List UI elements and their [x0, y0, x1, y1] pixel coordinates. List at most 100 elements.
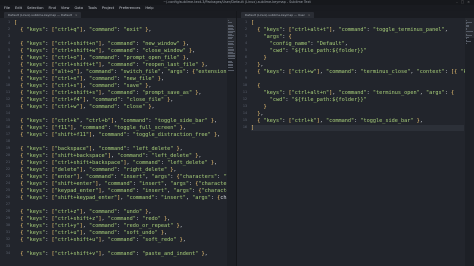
- minimap-line: [228, 69, 234, 71]
- code-line[interactable]: { "keys": ["ctrl+shift+n"], "command": "…: [14, 41, 226, 47]
- line-number: 15: [242, 118, 247, 122]
- code-line[interactable]: { "keys": ["ctrl+u"], "command": "soft_u…: [14, 230, 226, 236]
- line-number-gutter: 1 2 3 4 5 6 7 8 9 10 11 12 13 14 15 16 17 18 19 20 21 22 23 24 2…: [0, 18, 11, 266]
- code-line[interactable]: { "keys": ["ctrl+o"], "command": "prompt…: [14, 55, 226, 61]
- code-line[interactable]: "args": {: [251, 34, 464, 40]
- code-line[interactable]: { "keys": ["ctrl+shift+s"], "command": "…: [14, 90, 226, 96]
- code-line[interactable]: { "keys": ["ctrl+k"], "command": "toggle…: [251, 118, 464, 124]
- line-number: 32: [5, 237, 10, 241]
- code-line[interactable]: }: [251, 55, 464, 61]
- line-number: 12: [5, 97, 10, 101]
- code-line[interactable]: "config_name": "Default",: [251, 41, 464, 47]
- code-line[interactable]: { "keys": ["ctrl+shift+t"], "command": "…: [14, 62, 226, 68]
- code-line[interactable]: { "keys": ["ctrl+k", "ctrl+b"], "command…: [14, 118, 226, 124]
- line-number: 13: [5, 104, 10, 108]
- code-line[interactable]: { "keys": ["shift+enter"], "command": "i…: [14, 181, 236, 187]
- line-number: 8: [7, 69, 10, 73]
- code-line[interactable]: },: [251, 111, 464, 117]
- line-number: 18: [5, 139, 10, 143]
- code-line[interactable]: "keys": ["ctrl+alt+n"], "command": "term…: [251, 90, 464, 96]
- code-line[interactable]: "cwd": "${file_path:${folder}}": [251, 48, 464, 54]
- line-number: 31: [5, 230, 10, 234]
- line-number: 11: [242, 90, 247, 94]
- code-line[interactable]: { "keys": ["shift+keypad_enter"], "comma…: [14, 195, 236, 201]
- code-line[interactable]: { "keys": ["enter"], "command": "insert"…: [14, 174, 236, 180]
- line-number: 25: [5, 188, 10, 192]
- code-line[interactable]: "cwd": "${file_path:${folder}}": [251, 97, 464, 103]
- code-line[interactable]: { "keys": ["ctrl+shift+z"], "command": "…: [14, 216, 226, 222]
- minimap-line: [466, 26, 470, 27]
- line-number: 12: [242, 97, 247, 101]
- code-line[interactable]: {: [251, 83, 464, 89]
- line-number: 22: [5, 167, 10, 171]
- right-editor-pane[interactable]: Default (Linux).sublime-keymap — User × 1…: [237, 11, 474, 266]
- code-line[interactable]: { "keys": ["ctrl+w"], "command": "termin…: [251, 69, 474, 75]
- code-line[interactable]: { "keys": ["ctrl+alt+t"], "command": "to…: [251, 27, 464, 33]
- line-number: 6: [7, 55, 10, 59]
- line-number: 10: [5, 83, 10, 87]
- line-number: 21: [5, 160, 10, 164]
- code-area[interactable]: [ { "keys": ["ctrl+alt+t"], "command": "…: [251, 18, 474, 266]
- line-number: 16: [242, 125, 247, 129]
- line-number: 19: [5, 146, 10, 150]
- line-number: 11: [5, 90, 10, 94]
- code-line[interactable]: { "keys": ["alt+o"], "command": "switch_…: [14, 69, 236, 75]
- code-line[interactable]: { "keys": ["ctrl+shift+w"], "command": "…: [14, 48, 226, 54]
- minimap[interactable]: [465, 18, 474, 266]
- code-line[interactable]: { "keys": ["ctrl+shift+u"], "command": "…: [14, 237, 226, 243]
- code-line[interactable]: { "keys": ["ctrl+n"], "command": "new_fi…: [14, 76, 226, 82]
- code-line[interactable]: [: [14, 20, 226, 26]
- code-line[interactable]: { "keys": ["ctrl+w"], "command": "close"…: [14, 104, 226, 110]
- code-line[interactable]: { "keys": ["ctrl+s"], "command": "save" …: [14, 83, 226, 89]
- line-number: 9: [7, 76, 10, 80]
- line-number: 16: [5, 125, 10, 129]
- window-title: ~/.config/sublime-text-3/Packages/User/D…: [163, 0, 311, 4]
- code-line[interactable]: { "keys": ["shift+backspace"], "command"…: [14, 153, 226, 159]
- minimap[interactable]: [227, 18, 236, 266]
- line-number: 13: [242, 104, 247, 108]
- line-number: 1: [244, 20, 247, 24]
- line-number: 33: [5, 244, 10, 248]
- line-number-gutter: 1 2 3 4 5 6 7 8 9 10 11 12 13 14 15 16: [237, 18, 248, 266]
- line-number: 10: [242, 83, 247, 87]
- line-number: 14: [5, 111, 10, 115]
- left-editor-pane[interactable]: Default (Linux).sublime-keymap — Default…: [0, 11, 237, 266]
- code-line[interactable]: { "keys": ["ctrl+z"], "command": "undo" …: [14, 209, 226, 215]
- code-line[interactable]: { "keys": ["ctrl+shift+backspace"], "com…: [14, 160, 226, 166]
- code-line[interactable]: }: [251, 104, 464, 110]
- minimap-line: [466, 36, 470, 38]
- code-line[interactable]: { "keys": ["ctrl+f4"], "command": "close…: [14, 97, 226, 103]
- line-number: 8: [244, 69, 247, 73]
- line-number: 9: [244, 76, 247, 80]
- tab-label: Default (Linux).sublime-keymap — User: [245, 13, 305, 17]
- code-line[interactable]: [: [251, 20, 464, 26]
- line-number: 3: [244, 34, 247, 38]
- minimap-line: [228, 21, 233, 23]
- code-line[interactable]: { "keys": ["ctrl+shift+v"], "command": "…: [14, 251, 226, 257]
- line-number: 24: [5, 181, 10, 185]
- line-number: 2: [7, 27, 10, 31]
- line-number: 2: [244, 27, 247, 31]
- code-line[interactable]: ]: [251, 125, 464, 131]
- line-number: 4: [244, 41, 247, 45]
- line-number: 29: [5, 216, 10, 220]
- minimap-line: [228, 44, 235, 45]
- line-number: 14: [242, 111, 247, 115]
- close-icon[interactable]: ×: [75, 13, 78, 17]
- code-line[interactable]: { "keys": ["f11"], "command": "toggle_fu…: [14, 125, 226, 131]
- code-line[interactable]: },: [251, 62, 464, 68]
- close-icon[interactable]: ×: [308, 13, 311, 17]
- code-line[interactable]: { "keys": ["delete"], "command": "right_…: [14, 167, 226, 173]
- code-line[interactable]: { "keys": ["keypad_enter"], "command": "…: [14, 188, 236, 194]
- tab-label: Default (Linux).sublime-keymap — Default: [8, 13, 72, 17]
- code-line[interactable]: { "keys": ["ctrl+q"], "command": "exit" …: [14, 27, 226, 33]
- line-number: 28: [5, 209, 10, 213]
- line-number: 7: [244, 62, 247, 66]
- line-number: 7: [7, 62, 10, 66]
- code-area[interactable]: [ { "keys": ["ctrl+q"], "command": "exit…: [14, 18, 236, 266]
- code-line[interactable]: { "keys": ["ctrl+y"], "command": "redo_o…: [14, 223, 226, 229]
- line-number: 4: [7, 41, 10, 45]
- code-line[interactable]: { "keys": ["backspace"], "command": "lef…: [14, 146, 226, 152]
- line-number: 20: [5, 153, 10, 157]
- code-line[interactable]: { "keys": ["shift+f11"], "command": "tog…: [14, 132, 226, 138]
